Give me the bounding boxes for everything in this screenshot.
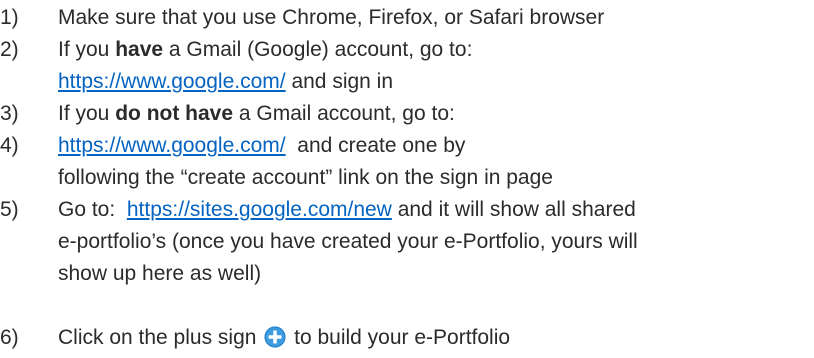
list-number: 1) — [0, 6, 19, 29]
step-text: and create one by — [285, 134, 466, 157]
step-text: e-portfolio’s (once you have created you… — [58, 230, 638, 253]
emphasis-text: have — [115, 38, 164, 61]
list-number: 5) — [0, 198, 19, 221]
plus-circle-icon — [264, 326, 286, 348]
emphasis-text: do not have — [115, 102, 234, 125]
instruction-list: 1) Make sure that you use Chrome, Firefo… — [0, 0, 814, 358]
google-link[interactable]: https://www.google.com/ — [58, 70, 286, 93]
step-text: Go to: — [58, 198, 127, 221]
step-text: show up here as well) — [58, 262, 262, 285]
step-text: If you — [58, 102, 116, 125]
step-text: Make sure that you use Chrome, Firefox, … — [58, 6, 605, 29]
step-text: and it will show all shared — [391, 198, 636, 221]
list-number: 3) — [0, 102, 19, 125]
step-text: Click on the plus sign — [58, 326, 263, 349]
google-link[interactable]: https://www.google.com/ — [58, 134, 286, 157]
step-text: and sign in — [285, 70, 394, 93]
step-text: a Gmail account, go to: — [233, 102, 455, 125]
list-number: 4) — [0, 134, 19, 157]
step-text: If you — [58, 38, 116, 61]
list-number: 2) — [0, 38, 19, 61]
step-text: a Gmail (Google) account, go to: — [163, 38, 473, 61]
sites-google-link[interactable]: https://sites.google.com/new — [127, 198, 392, 221]
list-number: 6) — [0, 326, 19, 349]
step-text: following the “create account” link on t… — [58, 166, 553, 189]
step-text: to build your e-Portfolio — [288, 326, 511, 349]
